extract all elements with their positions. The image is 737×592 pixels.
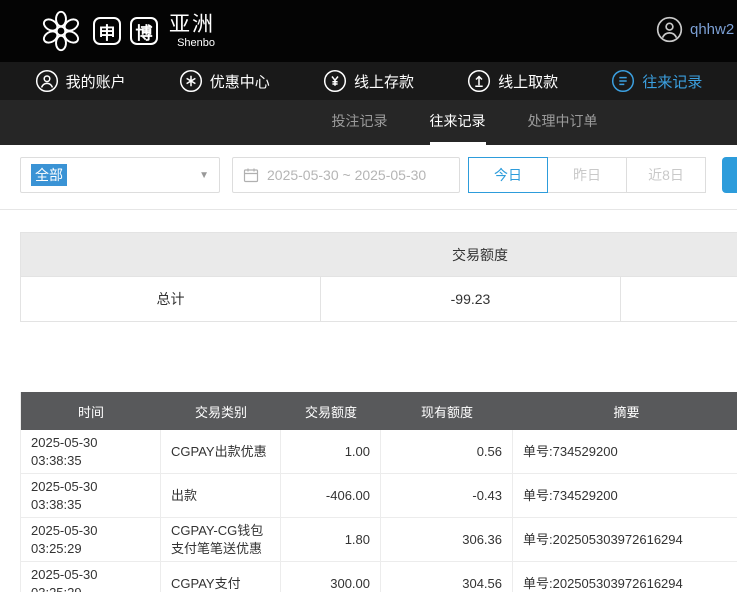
subnav: 投注记录 往来记录 处理中订单 [0, 100, 737, 145]
col-header-summary: 摘要 [513, 392, 737, 430]
brand-region-label: 亚洲 [169, 14, 215, 35]
cell-summary: 单号:202505303972616294 [513, 562, 737, 592]
nav-label: 线上存款 [354, 71, 414, 92]
cell-time: 2025-05-30 03:25:29 [21, 518, 161, 561]
cell-amount: 300.00 [281, 562, 381, 592]
nav-item-records[interactable]: 往来记录 [611, 62, 702, 100]
chevron-down-icon: ▼ [199, 170, 209, 181]
brand-region: 亚洲 Shenbo [169, 14, 215, 49]
col-header-amount: 交易额度 [281, 392, 381, 430]
category-select-value: 全部 [31, 164, 67, 186]
table-row: 2025-05-30 03:25:29 CGPAY支付 300.00 304.5… [21, 562, 737, 592]
brand-char-shen: 申 [93, 17, 121, 45]
cell-balance: 306.36 [381, 518, 513, 561]
tab-betting-records[interactable]: 投注记录 [332, 100, 388, 145]
withdraw-icon [467, 69, 491, 93]
nav-item-promotions[interactable]: 优惠中心 [179, 62, 270, 100]
nav-label: 往来记录 [642, 71, 702, 92]
cell-balance: 0.56 [381, 430, 513, 473]
topbar: 申 博 亚洲 Shenbo qhhw2 [0, 0, 737, 62]
records-icon [611, 69, 635, 93]
transactions-table: 时间 交易类别 交易额度 现有额度 摘要 2025-05-30 03:38:35… [20, 392, 737, 592]
brand-char-bo: 博 [130, 17, 158, 45]
cell-time: 2025-05-30 03:25:29 [21, 562, 161, 592]
cell-summary: 单号:734529200 [513, 474, 737, 517]
summary-empty-cell [621, 277, 737, 321]
table-row: 2025-05-30 03:25:29 CGPAY-CG钱包支付笔笔送优惠 1.… [21, 518, 737, 562]
table-row: 2025-05-30 03:38:35 出款 -406.00 -0.43 单号:… [21, 474, 737, 518]
summary-total-value: -99.23 [321, 277, 621, 321]
user-icon [656, 16, 683, 43]
nav-item-my-account[interactable]: 我的账户 [35, 62, 126, 100]
cell-time: 2025-05-30 03:38:35 [21, 430, 161, 473]
deposit-icon [323, 69, 347, 93]
date-range-picker[interactable]: 2025-05-30 ~ 2025-05-30 [232, 157, 460, 193]
nav-item-deposit[interactable]: 线上存款 [323, 62, 414, 100]
date-range-value: 2025-05-30 ~ 2025-05-30 [267, 167, 426, 183]
cell-type: CGPAY出款优惠 [161, 430, 281, 473]
filter-row: 全部 ▼ 2025-05-30 ~ 2025-05-30 今日 昨日 近8日 [20, 157, 737, 193]
quick-filter-last8days[interactable]: 近8日 [626, 157, 706, 193]
category-select[interactable]: 全部 ▼ [20, 157, 220, 193]
main-nav: 我的账户 优惠中心 线上存款 线上取款 [0, 62, 737, 100]
cell-amount: -406.00 [281, 474, 381, 517]
summary-total-row: 总计 -99.23 [21, 277, 737, 321]
cell-summary: 单号:202505303972616294 [513, 518, 737, 561]
search-button[interactable] [722, 157, 737, 193]
quick-filter-yesterday[interactable]: 昨日 [547, 157, 627, 193]
brand-logo: 申 博 亚洲 Shenbo [38, 8, 215, 54]
table-header-row: 时间 交易类别 交易额度 现有额度 摘要 [21, 392, 737, 430]
promo-icon [179, 69, 203, 93]
nav-label: 优惠中心 [210, 71, 270, 92]
cell-summary: 单号:734529200 [513, 430, 737, 473]
nav-label: 我的账户 [66, 71, 126, 92]
cell-type: CGPAY支付 [161, 562, 281, 592]
flower-logo-icon [38, 8, 84, 54]
col-header-balance: 现有额度 [381, 392, 513, 430]
cell-balance: 304.56 [381, 562, 513, 592]
user-menu[interactable]: qhhw2 [656, 16, 734, 43]
nav-item-withdraw[interactable]: 线上取款 [467, 62, 558, 100]
summary-header: 交易额度 [21, 233, 737, 277]
summary-total-label: 总计 [21, 277, 321, 321]
divider [0, 209, 737, 210]
cell-balance: -0.43 [381, 474, 513, 517]
calendar-icon [243, 167, 259, 183]
cell-amount: 1.00 [281, 430, 381, 473]
col-header-time: 时间 [21, 392, 161, 430]
account-icon [35, 69, 59, 93]
brand-subtitle: Shenbo [169, 38, 215, 49]
col-header-type: 交易类别 [161, 392, 281, 430]
cell-type: 出款 [161, 474, 281, 517]
username: qhhw2 [690, 21, 734, 38]
summary-table: 交易额度 总计 -99.23 [20, 232, 737, 322]
quick-filter-today[interactable]: 今日 [468, 157, 548, 193]
cell-amount: 1.80 [281, 518, 381, 561]
cell-type: CGPAY-CG钱包支付笔笔送优惠 [161, 518, 281, 561]
tab-transaction-records[interactable]: 往来记录 [430, 100, 486, 145]
table-row: 2025-05-30 03:38:35 CGPAY出款优惠 1.00 0.56 … [21, 430, 737, 474]
cell-time: 2025-05-30 03:38:35 [21, 474, 161, 517]
nav-label: 线上取款 [498, 71, 558, 92]
tab-processing-orders[interactable]: 处理中订单 [528, 100, 598, 145]
